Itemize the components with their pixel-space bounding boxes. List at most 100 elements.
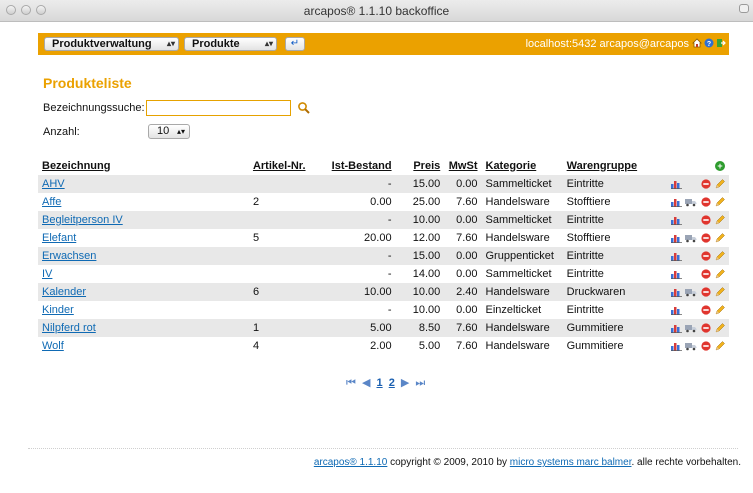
window-titlebar: arcapos® 1.1.10 backoffice	[0, 0, 753, 22]
table-row: Erwachsen -15.00 0.00 Gruppenticket Eintritt…	[38, 247, 729, 265]
company-link[interactable]: micro systems marc balmer	[510, 457, 632, 468]
vat-cell: 7.60	[444, 193, 482, 211]
stock-delivery-icon[interactable]	[685, 233, 697, 243]
next-page-icon[interactable]: ▶	[401, 377, 409, 389]
statistics-icon[interactable]	[671, 215, 682, 226]
stock-delivery-icon[interactable]	[685, 197, 697, 207]
edit-icon[interactable]	[714, 269, 725, 279]
product-name-link[interactable]: Begleitperson IV	[42, 214, 123, 226]
statistics-icon[interactable]	[671, 251, 682, 262]
artnr-cell: 1	[248, 319, 311, 337]
home-icon[interactable]	[692, 38, 702, 48]
delete-icon[interactable]	[700, 269, 711, 279]
add-product-icon[interactable]: +	[715, 160, 725, 171]
product-name-link[interactable]: Kinder	[42, 304, 74, 316]
product-name-link[interactable]: Affe	[42, 196, 61, 208]
statistics-icon[interactable]	[671, 287, 682, 298]
vat-cell: 0.00	[444, 247, 482, 265]
logout-icon[interactable]	[716, 38, 726, 48]
delete-icon[interactable]	[700, 233, 711, 243]
search-icon[interactable]	[297, 101, 311, 115]
product-name-link[interactable]: Nilpferd rot	[42, 322, 96, 334]
edit-icon[interactable]	[714, 179, 725, 189]
stock-cell: 20.00	[310, 229, 396, 247]
statistics-icon[interactable]	[671, 269, 682, 280]
stock-cell: -	[310, 301, 396, 319]
delete-icon[interactable]	[700, 305, 711, 315]
product-name-cell: Begleitperson IV	[38, 211, 249, 229]
product-name-cell: Kalender	[38, 283, 249, 301]
price-cell: 15.00	[395, 247, 445, 265]
category-cell: Gruppenticket	[481, 247, 563, 265]
module-select[interactable]: Produktverwaltung ▴▾	[44, 37, 179, 51]
group-cell: Eintritte	[562, 301, 650, 319]
module-select-value: Produktverwaltung	[52, 38, 152, 50]
stock-delivery-icon[interactable]	[685, 341, 697, 351]
page-link-2[interactable]: 2	[389, 377, 395, 389]
col-header-stock[interactable]: Ist-Bestand	[310, 156, 395, 175]
last-page-icon[interactable]: ⏭	[415, 377, 425, 389]
edit-icon[interactable]	[714, 323, 725, 333]
edit-icon[interactable]	[714, 197, 725, 207]
edit-icon[interactable]	[714, 287, 725, 297]
search-input[interactable]	[146, 100, 291, 116]
delete-icon[interactable]	[700, 323, 711, 333]
product-name-link[interactable]: AHV	[42, 178, 65, 190]
select-arrows-icon: ▴▾	[166, 39, 175, 48]
stock-cell: 5.00	[310, 319, 396, 337]
product-link[interactable]: arcapos® 1.1.10	[314, 457, 388, 468]
page-link-1[interactable]: 1	[377, 377, 383, 389]
product-name-cell: Affe	[38, 193, 249, 211]
edit-icon[interactable]	[714, 215, 725, 225]
statistics-icon[interactable]	[671, 233, 682, 244]
empty-slot	[685, 305, 697, 315]
rights-text: . alle rechte vorbehalten.	[631, 457, 741, 468]
delete-icon[interactable]	[700, 251, 711, 261]
toolbar-toggle-button[interactable]	[739, 4, 749, 13]
prev-page-icon[interactable]: ◀	[362, 377, 370, 389]
delete-icon[interactable]	[700, 215, 711, 225]
stock-delivery-icon[interactable]	[685, 287, 697, 297]
statistics-icon[interactable]	[671, 305, 682, 316]
group-cell: Stofftiere	[562, 193, 650, 211]
delete-icon[interactable]	[700, 341, 711, 351]
product-name-link[interactable]: Kalender	[42, 286, 86, 298]
count-select[interactable]: 10 ▴▾	[148, 124, 190, 139]
statistics-icon[interactable]	[671, 341, 682, 352]
group-cell: Eintritte	[562, 211, 650, 229]
statistics-icon[interactable]	[671, 323, 682, 334]
col-header-name[interactable]: Bezeichnung	[38, 156, 249, 175]
product-table-body: AHV -15.00 0.00 Sammelticket Eintritte Affe 2 0…	[38, 175, 729, 355]
col-header-category[interactable]: Kategorie	[482, 156, 563, 175]
vat-cell: 7.60	[444, 337, 482, 355]
product-name-link[interactable]: IV	[42, 268, 52, 280]
footer: arcapos® 1.1.10 copyright © 2009, 2010 b…	[314, 457, 741, 468]
col-header-price[interactable]: Preis	[396, 156, 445, 175]
delete-icon[interactable]	[700, 287, 711, 297]
col-header-group[interactable]: Warengruppe	[563, 156, 650, 175]
statistics-icon[interactable]	[671, 179, 682, 190]
stock-delivery-icon[interactable]	[685, 323, 697, 333]
first-page-icon[interactable]: ⏮	[346, 377, 356, 389]
delete-icon[interactable]	[700, 179, 711, 189]
help-icon[interactable]: ?	[704, 38, 714, 48]
edit-icon[interactable]	[714, 305, 725, 315]
go-button[interactable]: ↵	[285, 37, 305, 51]
delete-icon[interactable]	[700, 197, 711, 207]
edit-icon[interactable]	[714, 341, 725, 351]
statistics-icon[interactable]	[671, 197, 682, 208]
edit-icon[interactable]	[714, 233, 725, 243]
edit-icon[interactable]	[714, 251, 725, 261]
col-header-artnr[interactable]: Artikel-Nr.	[249, 156, 310, 175]
product-name-link[interactable]: Elefant	[42, 232, 76, 244]
product-name-link[interactable]: Erwachsen	[42, 250, 96, 262]
col-header-vat[interactable]: MwSt	[444, 156, 481, 175]
stock-cell: 2.00	[310, 337, 396, 355]
group-cell: Eintritte	[562, 265, 650, 283]
stock-cell: 0.00	[310, 193, 396, 211]
product-name-link[interactable]: Wolf	[42, 340, 64, 352]
page-select[interactable]: Produkte ▴▾	[184, 37, 277, 51]
empty-slot	[685, 269, 697, 279]
search-label: Bezeichnungssuche:	[43, 102, 145, 114]
artnr-cell	[248, 247, 311, 265]
